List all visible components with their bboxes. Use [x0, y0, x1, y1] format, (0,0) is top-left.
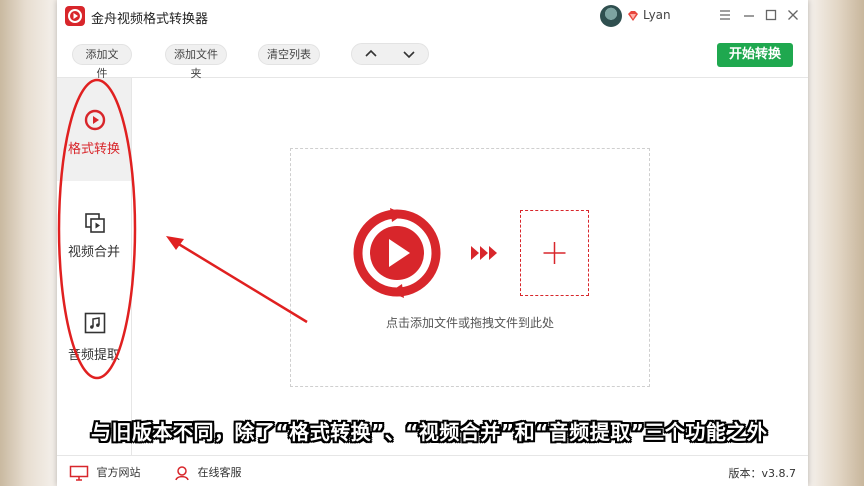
video-merge-icon — [85, 213, 105, 233]
play-circle-icon — [84, 109, 106, 131]
sidebar-item-label: 格式转换 — [67, 142, 120, 157]
menu-icon[interactable] — [716, 6, 734, 24]
clear-list-button[interactable]: 清空列表 — [258, 44, 320, 65]
minimize-icon[interactable] — [740, 6, 758, 24]
sidebar-item-label: 音频提取 — [67, 348, 120, 363]
app-title: 金舟视频格式转换器 — [91, 12, 209, 27]
subtitle-caption: 与旧版本不同，除了“格式转换”、“视频合并”和“音频提取”三个功能之外 — [91, 420, 768, 444]
vip-diamond-icon — [628, 11, 638, 21]
official-website-link[interactable]: 官方网站 — [69, 464, 141, 481]
drop-hint-text: 点击添加文件或拖拽文件到此处 — [385, 316, 554, 330]
official-website-label: 官方网站 — [96, 466, 141, 479]
triple-arrow-icon — [471, 246, 497, 260]
avatar[interactable] — [600, 5, 622, 27]
app-logo-icon — [65, 6, 85, 26]
start-convert-button[interactable]: 开始转换 — [717, 43, 793, 67]
footer: 官方网站 在线客服 版本：v3.8.7 — [57, 455, 808, 486]
convert-logo-icon — [353, 208, 441, 298]
add-file-box[interactable] — [520, 210, 589, 296]
file-drop-zone[interactable]: 点击添加文件或拖拽文件到此处 — [290, 148, 650, 387]
chevron-down-icon[interactable] — [390, 44, 428, 64]
title-bar: 金舟视频格式转换器 Lyan — [57, 0, 808, 33]
add-folder-button[interactable]: 添加文件夹 — [165, 44, 227, 80]
username[interactable]: Lyan — [643, 8, 671, 22]
chevron-up-icon[interactable] — [352, 44, 390, 64]
online-support-link[interactable]: 在线客服 — [174, 464, 242, 481]
monitor-icon — [69, 465, 89, 481]
sidebar-item-audio-extract[interactable]: 音频提取 — [57, 284, 131, 387]
maximize-icon[interactable] — [762, 6, 780, 24]
add-file-button[interactable]: 添加文件 — [72, 44, 132, 80]
sidebar-item-format-convert[interactable]: 格式转换 — [57, 78, 131, 181]
online-support-label: 在线客服 — [197, 466, 242, 479]
toolbar: 添加文件 添加文件夹 清空列表 开始转换 — [57, 33, 808, 80]
app-window: 金舟视频格式转换器 Lyan 添加文件 添加文件夹 清空列表 开始转换 格式转换… — [57, 0, 808, 486]
plus-icon — [543, 242, 566, 264]
music-note-icon — [84, 312, 106, 334]
sidebar-item-video-merge[interactable]: 视频合并 — [57, 181, 131, 284]
version-text: 版本：v3.8.7 — [728, 467, 797, 480]
close-icon[interactable] — [784, 6, 802, 24]
sidebar: 格式转换 视频合并 音频提取 — [57, 78, 132, 455]
support-person-icon — [175, 466, 189, 481]
reorder-group — [351, 43, 429, 65]
sidebar-item-label: 视频合并 — [67, 245, 120, 260]
